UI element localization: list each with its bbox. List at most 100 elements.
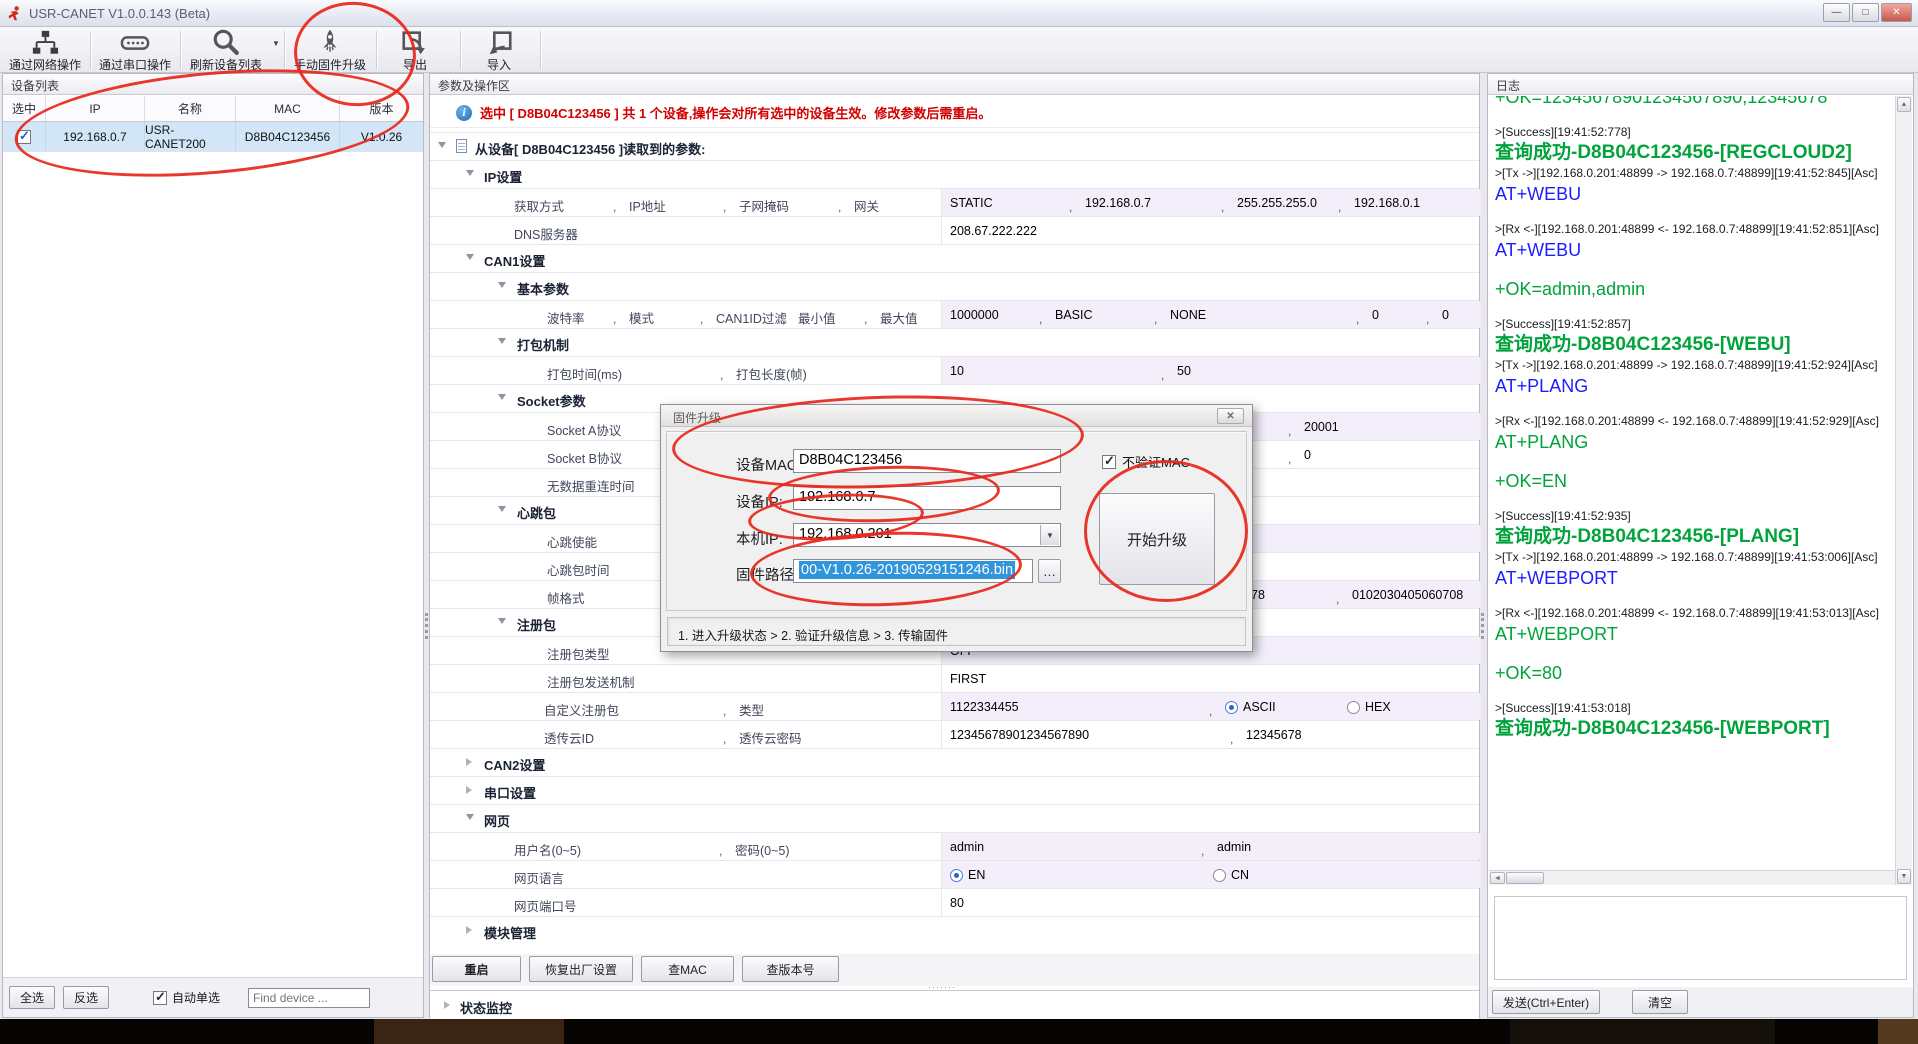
expand-icon[interactable] <box>498 618 506 624</box>
param-value[interactable]: FIRST <box>950 672 986 686</box>
clear-button[interactable]: 清空 <box>1632 990 1688 1014</box>
param-value[interactable]: 10 <box>950 364 964 378</box>
expand-icon[interactable] <box>498 506 506 512</box>
auto-single-checkbox[interactable] <box>153 991 167 1005</box>
param-group-basic-params[interactable]: 基本参数 <box>430 272 1479 300</box>
log-send-input[interactable] <box>1494 896 1907 980</box>
param-value[interactable]: admin <box>1217 840 1251 854</box>
device-row-checkbox[interactable] <box>17 130 31 144</box>
param-value[interactable]: STATIC <box>950 196 993 210</box>
param-value[interactable]: 20001 <box>1304 420 1339 434</box>
query-mac-button[interactable]: 查MAC <box>641 956 734 982</box>
query-version-button[interactable]: 查版本号 <box>742 956 839 982</box>
param-value[interactable]: 255.255.255.0 <box>1237 196 1317 210</box>
tree-root-row[interactable]: 从设备[ D8B04C123456 ]读取到的参数: <box>430 132 1479 160</box>
upgrade-steps-status: 1. 进入升级状态 > 2. 验证升级信息 > 3. 传输固件 <box>667 617 1246 646</box>
param-value[interactable]: 0 <box>1372 308 1379 322</box>
param-value[interactable]: 0 <box>1442 308 1449 322</box>
param-value[interactable]: 12345678901234567890 <box>950 728 1089 742</box>
splitter-right[interactable] <box>1480 73 1487 1018</box>
expand-icon[interactable] <box>466 254 474 260</box>
param-group-can1-settings[interactable]: CAN1设置 <box>430 244 1479 272</box>
toolbar-button-manual-upgrade[interactable]: 手动固件升级 <box>286 28 374 71</box>
param-value[interactable]: 0 <box>1304 448 1311 462</box>
toolbar-button-import[interactable]: 导入 <box>462 28 536 71</box>
toolbar: 通过网络操作通过串口操作刷新设备列表▼ 手动固件升级导出导入 <box>0 27 1918 73</box>
expand-icon[interactable] <box>498 338 506 344</box>
param-value[interactable]: 12345678 <box>1246 728 1302 742</box>
browse-button[interactable]: … <box>1038 559 1061 583</box>
dialog-close-icon[interactable]: ✕ <box>1217 408 1244 424</box>
device-ip-field[interactable]: 192.168.0.7 <box>793 486 1061 510</box>
invert-select-button[interactable]: 反选 <box>63 986 109 1009</box>
log-horizontal-scrollbar[interactable]: ◄ <box>1489 870 1895 885</box>
expand-icon[interactable] <box>498 394 506 400</box>
toolbar-button-refresh-list[interactable]: 刷新设备列表 <box>182 28 270 71</box>
manual-upgrade-icon <box>316 29 344 56</box>
expand-icon[interactable] <box>466 926 472 934</box>
select-all-button[interactable]: 全选 <box>9 986 55 1009</box>
radio-en[interactable]: EN <box>950 868 985 882</box>
param-value[interactable]: 208.67.222.222 <box>950 224 1037 238</box>
param-value[interactable]: NONE <box>1170 308 1206 322</box>
radio-ascii[interactable]: ASCII <box>1225 700 1276 714</box>
minimize-button[interactable]: — <box>1823 3 1850 22</box>
param-value[interactable]: 80 <box>950 896 964 910</box>
radio-dot-icon <box>950 869 963 882</box>
no-verify-mac-checkbox[interactable] <box>1102 455 1116 469</box>
close-button[interactable]: ✕ <box>1881 3 1912 22</box>
expand-icon[interactable] <box>466 758 472 766</box>
log-gap <box>1495 206 1893 221</box>
param-group-module-mgmt[interactable]: 模块管理 <box>430 916 1479 944</box>
network-op-icon <box>30 29 60 56</box>
dialog-title-bar[interactable]: 固件升级 ✕ <box>661 405 1252 427</box>
device-row[interactable]: 192.168.0.7 USR-CANET200 D8B04C123456 V1… <box>3 122 423 152</box>
scroll-up-icon[interactable]: ▲ <box>1897 97 1911 112</box>
param-value[interactable]: 1122334455 <box>950 700 1019 714</box>
group-label: 基本参数 <box>517 279 569 298</box>
combo-dropdown-icon[interactable]: ▼ <box>1040 525 1059 545</box>
param-value[interactable]: 1000000 <box>950 308 999 322</box>
param-value[interactable]: 0102030405060708 <box>1352 588 1463 602</box>
param-group-serial-settings[interactable]: 串口设置 <box>430 776 1479 804</box>
no-verify-mac-option[interactable]: 不验证MAC <box>1102 452 1190 471</box>
param-group-can2-settings[interactable]: CAN2设置 <box>430 748 1479 776</box>
param-group-packing[interactable]: 打包机制 <box>430 328 1479 356</box>
param-row-dns-server: DNS服务器208.67.222.222 <box>430 216 1479 244</box>
scroll-left-icon[interactable]: ◄ <box>1490 872 1505 884</box>
radio-cn[interactable]: CN <box>1213 868 1249 882</box>
refresh-dropdown-icon[interactable]: ▼ <box>272 39 280 48</box>
send-button[interactable]: 发送(Ctrl+Enter) <box>1492 990 1600 1014</box>
local-ip-combobox[interactable]: 192.168.0.201 ▼ <box>793 523 1061 547</box>
param-value[interactable]: 192.168.0.1 <box>1354 196 1420 210</box>
restart-button[interactable]: 重启 <box>432 956 521 982</box>
param-group-ip-settings[interactable]: IP设置 <box>430 160 1479 188</box>
toolbar-button-serial-op[interactable]: 通过串口操作 <box>92 28 178 71</box>
expand-icon[interactable] <box>466 786 472 794</box>
param-value[interactable]: 192.168.0.7 <box>1085 196 1151 210</box>
status-monitor-section[interactable]: 状态监控 <box>430 990 1479 1019</box>
firmware-path-field[interactable]: 00-V1.0.26-20190529151246.bin <box>793 559 1033 583</box>
param-value[interactable]: BASIC <box>1055 308 1093 322</box>
expand-icon[interactable] <box>438 142 446 148</box>
expand-icon[interactable] <box>466 170 474 176</box>
device-mac-label: 设备MAC: <box>736 454 801 475</box>
expand-icon[interactable] <box>498 282 506 288</box>
param-value[interactable]: 78 <box>1251 588 1265 602</box>
factory-reset-button[interactable]: 恢复出厂设置 <box>529 956 633 982</box>
param-value[interactable]: admin <box>950 840 984 854</box>
param-value[interactable]: 50 <box>1177 364 1191 378</box>
radio-hex[interactable]: HEX <box>1347 700 1391 714</box>
device-mac-field[interactable]: D8B04C123456 <box>793 449 1061 473</box>
maximize-button[interactable]: □ <box>1852 3 1879 22</box>
expand-icon[interactable] <box>466 814 474 820</box>
start-upgrade-button[interactable]: 开始升级 <box>1099 493 1215 585</box>
toolbar-button-export[interactable]: 导出 <box>378 28 452 71</box>
scroll-down-icon[interactable]: ▼ <box>1897 869 1911 884</box>
find-device-input[interactable] <box>248 988 370 1008</box>
toolbar-button-network-op[interactable]: 通过网络操作 <box>2 28 88 71</box>
scrollbar-thumb[interactable] <box>1506 872 1544 884</box>
log-vertical-scrollbar[interactable]: ▲ ▼ <box>1895 96 1912 885</box>
param-group-webpage[interactable]: 网页 <box>430 804 1479 832</box>
status-monitor-expand-icon[interactable] <box>444 1001 450 1009</box>
